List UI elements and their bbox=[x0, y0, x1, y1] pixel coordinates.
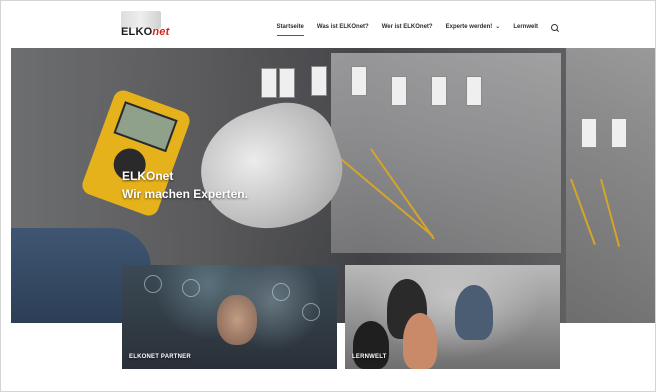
person-image bbox=[353, 321, 389, 369]
site-logo[interactable]: ELKOnet bbox=[117, 11, 175, 41]
nav-item-wer-ist-elkonet[interactable]: Wer ist ELKOnet? bbox=[382, 24, 433, 33]
logo-text: ELKOnet bbox=[121, 26, 170, 38]
breaker-image bbox=[611, 118, 627, 148]
hero-image-panel-right bbox=[566, 48, 655, 323]
card-lernwelt[interactable]: LERNWELT bbox=[345, 265, 560, 369]
breaker-image bbox=[311, 66, 327, 96]
hero-title: ELKOnet bbox=[122, 169, 174, 183]
card-label: LERNWELT bbox=[352, 354, 387, 360]
breaker-image bbox=[431, 76, 447, 106]
person-image bbox=[403, 313, 437, 369]
hero-subtitle: Wir machen Experten. bbox=[122, 187, 248, 201]
breaker-image bbox=[261, 68, 277, 98]
person-image bbox=[455, 285, 493, 340]
card-elkonet-partner[interactable]: ELKONET PARTNER bbox=[122, 265, 337, 369]
card-label: ELKONET PARTNER bbox=[129, 354, 191, 360]
nav-item-was-ist-elkonet[interactable]: Was ist ELKOnet? bbox=[317, 24, 369, 33]
multimeter-screen bbox=[113, 101, 178, 153]
chevron-down-icon: ⌄ bbox=[495, 24, 501, 30]
network-icon bbox=[182, 279, 200, 297]
browser-page: ELKOnet Startseite Was ist ELKOnet? Wer … bbox=[0, 0, 656, 392]
breaker-image bbox=[279, 68, 295, 98]
nav-item-startseite[interactable]: Startseite bbox=[276, 24, 305, 36]
breaker-image bbox=[351, 66, 367, 96]
search-icon[interactable] bbox=[551, 24, 559, 32]
network-icon bbox=[302, 303, 320, 321]
breaker-image bbox=[581, 118, 597, 148]
handshake-image bbox=[217, 295, 257, 345]
site-header: ELKOnet Startseite Was ist ELKOnet? Wer … bbox=[1, 1, 655, 48]
network-icon bbox=[144, 275, 162, 293]
network-icon bbox=[272, 283, 290, 301]
breaker-image bbox=[466, 76, 482, 106]
breaker-image bbox=[391, 76, 407, 106]
nav-item-lernwelt[interactable]: Lernwelt bbox=[513, 24, 538, 33]
nav-item-experte-werden[interactable]: Experte werden! ⌄ bbox=[446, 23, 501, 33]
main-nav: Startseite Was ist ELKOnet? Wer ist ELKO… bbox=[276, 23, 559, 36]
nav-item-label: Experte werden! bbox=[445, 24, 493, 30]
